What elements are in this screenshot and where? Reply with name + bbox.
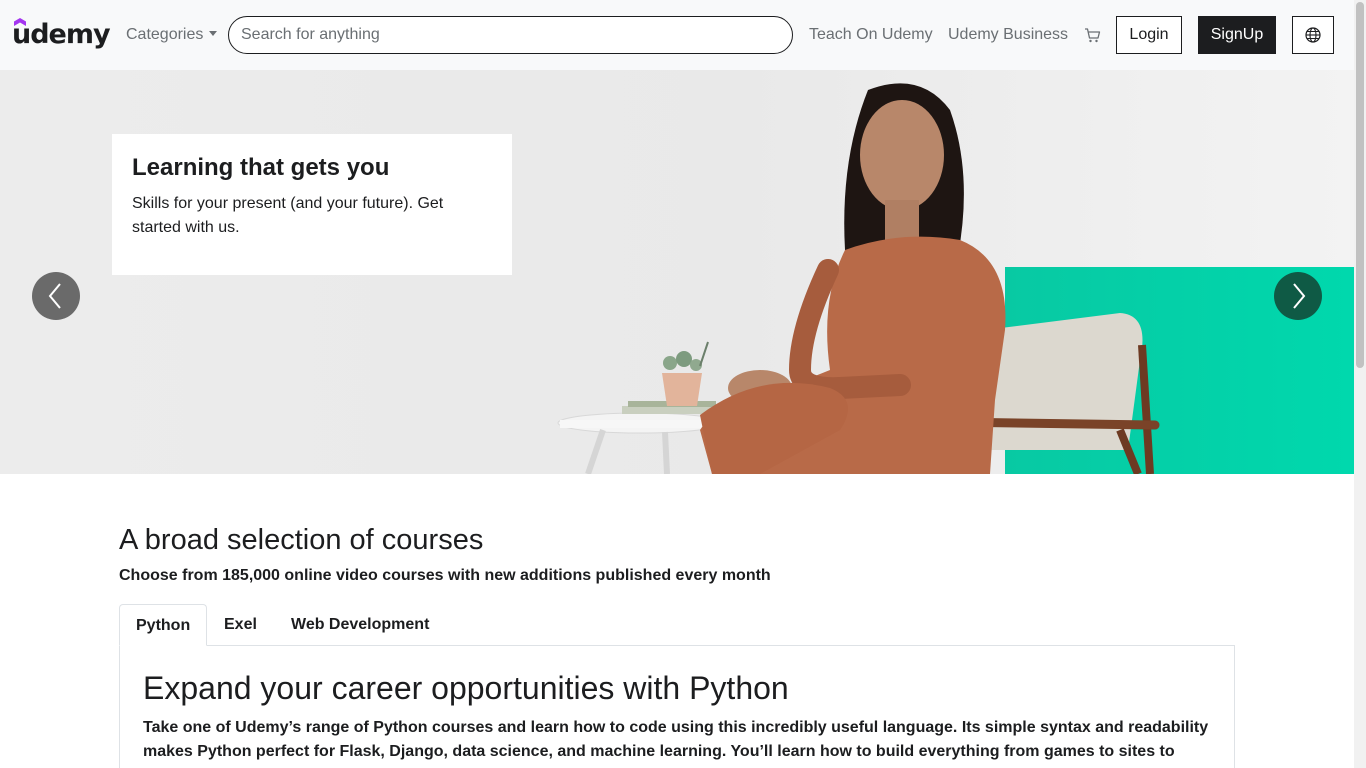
hero-subtitle: Skills for your present (and your future… <box>132 195 444 236</box>
hero-banner: Learning that gets you Skills for your p… <box>0 70 1354 474</box>
page-scrollbar[interactable] <box>1354 0 1366 768</box>
cart-icon[interactable] <box>1084 27 1101 44</box>
hero-title: Learning that gets you <box>132 154 390 181</box>
courses-section-title: A broad selection of courses <box>119 524 484 556</box>
globe-icon <box>1305 27 1321 43</box>
panel-description: Take one of Udemy’s range of Python cour… <box>143 719 1209 760</box>
search-input[interactable] <box>228 16 793 54</box>
tab-python[interactable]: Python <box>119 604 208 646</box>
tab-web-development[interactable]: Web Development <box>275 604 445 646</box>
carousel-next-button[interactable] <box>1274 272 1322 320</box>
language-button[interactable] <box>1292 16 1334 54</box>
caret-down-icon <box>209 31 218 36</box>
panel-title: Expand your career opportunities with Py… <box>143 670 789 706</box>
top-navbar: udemy Categories Teach On Udemy Udemy Bu… <box>0 0 1354 70</box>
hero-card: Learning that gets you Skills for your p… <box>112 134 512 275</box>
udemy-logo[interactable]: udemy <box>12 18 111 52</box>
logo-text: udemy <box>12 19 111 50</box>
carousel-prev-button[interactable] <box>32 272 80 320</box>
courses-section-subtitle: Choose from 185,000 online video courses… <box>119 567 771 584</box>
signup-button[interactable]: SignUp <box>1198 16 1276 54</box>
udemy-business-link[interactable]: Udemy Business <box>948 24 1068 46</box>
scrollbar-thumb[interactable] <box>1356 2 1364 368</box>
login-button[interactable]: Login <box>1116 16 1182 54</box>
categories-label: Categories <box>126 26 204 43</box>
categories-dropdown[interactable]: Categories <box>126 24 218 46</box>
teach-on-udemy-link[interactable]: Teach On Udemy <box>809 24 933 46</box>
chevron-left-icon <box>48 283 61 309</box>
tab-panel: Expand your career opportunities with Py… <box>119 645 1235 768</box>
chevron-right-icon <box>1293 283 1306 309</box>
tab-exel[interactable]: Exel <box>208 604 273 646</box>
